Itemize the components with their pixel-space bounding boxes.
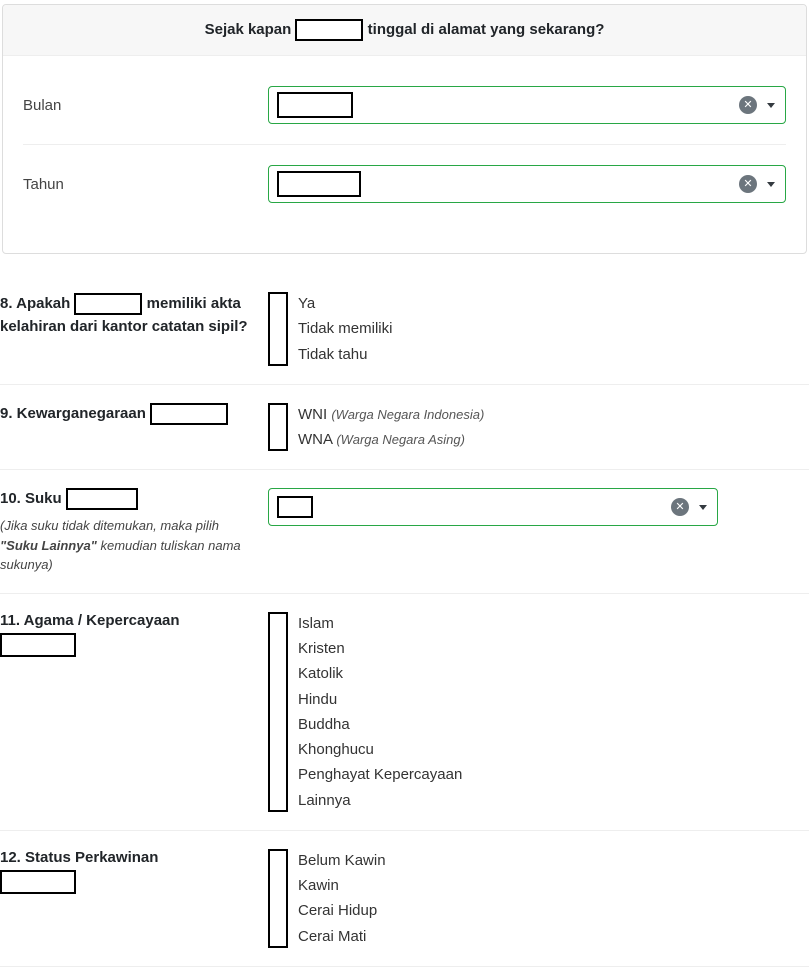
field-row-bulan: Bulan ✕ — [23, 66, 786, 145]
q8-opt-tidak-tahu: Tidak tahu — [298, 343, 392, 366]
panel-header-prefix: Sejak kapan — [205, 21, 296, 38]
q8-opt-tidak-memiliki: Tidak memiliki — [298, 317, 392, 340]
q9-label: 9. Kewarganegaraan — [0, 403, 268, 452]
bulan-label: Bulan — [23, 97, 268, 114]
redacted-name — [150, 403, 228, 425]
field-row-tahun: Tahun ✕ — [23, 145, 786, 223]
tahun-label: Tahun — [23, 176, 268, 193]
q12-opt-belum-kawin: Belum Kawin — [298, 849, 386, 872]
q11-options: Islam Kristen Katolik Hindu Buddha Khong… — [268, 612, 809, 812]
q12-opt-cerai-hidup: Cerai Hidup — [298, 899, 386, 922]
clear-icon[interactable]: ✕ — [739, 96, 757, 114]
redacted-name — [0, 633, 76, 657]
bulan-select[interactable]: ✕ — [268, 86, 786, 124]
q8-label: 8. Apakah memiliki akta kelahiran dari k… — [0, 292, 268, 366]
chevron-down-icon[interactable] — [767, 103, 775, 108]
tahun-select[interactable]: ✕ — [268, 165, 786, 203]
q11-opt-khonghucu: Khonghucu — [298, 738, 462, 761]
q10-hint: (Jika suku tidak ditemukan, maka pilih "… — [0, 516, 258, 575]
answer-box[interactable] — [268, 612, 288, 812]
q11-opt-kristen: Kristen — [298, 637, 462, 660]
q10-prefix: 10. Suku — [0, 490, 66, 507]
clear-icon[interactable]: ✕ — [739, 175, 757, 193]
q9-opt-wni: WNI (Warga Negara Indonesia) — [298, 403, 484, 426]
q11-opt-lainnya: Lainnya — [298, 789, 462, 812]
redacted-name — [295, 19, 363, 41]
answer-box[interactable] — [268, 849, 288, 948]
tahun-value-redacted — [277, 171, 361, 197]
q8-opt-ya: Ya — [298, 292, 392, 315]
chevron-down-icon[interactable] — [767, 182, 775, 187]
question-12: 12. Status Perkawinan Belum Kawin Kawin … — [0, 831, 809, 967]
q11-opt-islam: Islam — [298, 612, 462, 635]
clear-icon[interactable]: ✕ — [671, 498, 689, 516]
redacted-name — [74, 293, 142, 315]
panel-header-suffix: tinggal di alamat yang sekarang? — [368, 21, 605, 38]
q10-label: 10. Suku (Jika suku tidak ditemukan, mak… — [0, 488, 268, 575]
question-9: 9. Kewarganegaraan WNI (Warga Negara Ind… — [0, 385, 809, 471]
q10-select-area: ✕ — [268, 488, 809, 575]
answer-box[interactable] — [268, 403, 288, 452]
suku-value-redacted — [277, 496, 313, 518]
q8-options: Ya Tidak memiliki Tidak tahu — [268, 292, 809, 366]
q12-options: Belum Kawin Kawin Cerai Hidup Cerai Mati — [268, 849, 809, 948]
redacted-name — [0, 870, 76, 894]
q11-opt-penghayat: Penghayat Kepercayaan — [298, 763, 462, 786]
panel-header: Sejak kapan tinggal di alamat yang sekar… — [3, 5, 806, 56]
q8-prefix: 8. Apakah — [0, 295, 74, 312]
q9-options: WNI (Warga Negara Indonesia) WNA (Warga … — [268, 403, 809, 452]
q9-prefix: 9. Kewarganegaraan — [0, 405, 150, 422]
q11-label: 11. Agama / Kepercayaan — [0, 612, 268, 812]
panel-body: Bulan ✕ Tahun ✕ — [3, 56, 806, 253]
answer-box[interactable] — [268, 292, 288, 366]
q11-opt-katolik: Katolik — [298, 662, 462, 685]
q11-opt-buddha: Buddha — [298, 713, 462, 736]
question-8: 8. Apakah memiliki akta kelahiran dari k… — [0, 274, 809, 385]
address-since-panel: Sejak kapan tinggal di alamat yang sekar… — [2, 4, 807, 254]
q12-label: 12. Status Perkawinan — [0, 849, 268, 948]
q12-opt-cerai-mati: Cerai Mati — [298, 925, 386, 948]
redacted-name — [66, 488, 138, 510]
q12-opt-kawin: Kawin — [298, 874, 386, 897]
q11-opt-hindu: Hindu — [298, 688, 462, 711]
chevron-down-icon[interactable] — [699, 505, 707, 510]
q9-opt-wna: WNA (Warga Negara Asing) — [298, 428, 484, 451]
suku-select[interactable]: ✕ — [268, 488, 718, 526]
bulan-value-redacted — [277, 92, 353, 118]
question-11: 11. Agama / Kepercayaan Islam Kristen Ka… — [0, 594, 809, 831]
question-10: 10. Suku (Jika suku tidak ditemukan, mak… — [0, 470, 809, 594]
